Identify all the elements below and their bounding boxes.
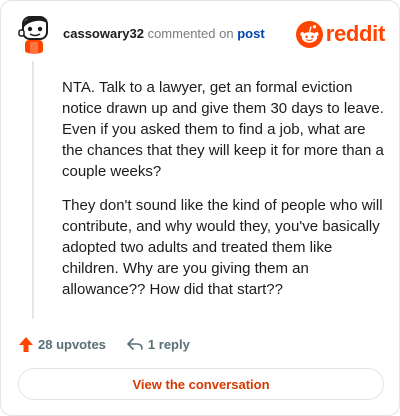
replies-label: 1 reply bbox=[147, 336, 190, 352]
reddit-logo-icon bbox=[295, 20, 323, 48]
view-conversation-button[interactable]: View the conversation bbox=[18, 368, 384, 400]
upvote-arrow-icon bbox=[19, 336, 33, 352]
thread-line bbox=[32, 61, 34, 319]
comment-paragraph: They don't sound like the kind of people… bbox=[62, 197, 383, 298]
commented-on-label: commented on bbox=[147, 26, 234, 41]
post-link[interactable]: post bbox=[237, 26, 264, 41]
replies-count[interactable]: 1 reply bbox=[126, 336, 190, 352]
reply-arrow-icon bbox=[127, 338, 143, 350]
reddit-wordmark: reddit bbox=[325, 21, 386, 46]
comment-footer: 28 upvotes 1 reply bbox=[18, 332, 190, 356]
reddit-brand[interactable]: reddit bbox=[295, 19, 386, 49]
upvotes-label: 28 upvotes bbox=[38, 336, 106, 352]
upvotes-count[interactable]: 28 upvotes bbox=[18, 336, 106, 353]
comment-body: NTA. Talk to a lawyer, get an formal evi… bbox=[62, 77, 384, 313]
comment-card: cassowary32 commented on post reddit NTA… bbox=[0, 0, 400, 416]
comment-header: cassowary32 commented on post reddit bbox=[14, 14, 385, 54]
comment-paragraph: NTA. Talk to a lawyer, get an formal evi… bbox=[62, 79, 384, 180]
username-link[interactable]: cassowary32 bbox=[63, 26, 144, 41]
comment-byline: cassowary32 commented on post bbox=[63, 26, 265, 42]
snoo-avatar-icon[interactable] bbox=[14, 14, 54, 54]
